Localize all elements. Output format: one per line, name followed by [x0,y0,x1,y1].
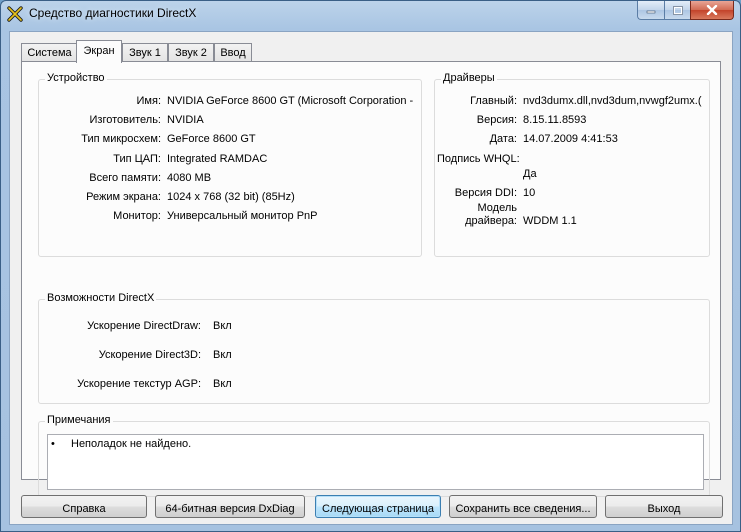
whql-value: Да [523,168,537,180]
driver-date-label: Дата: [489,133,517,145]
directx-logo-icon [7,6,23,22]
ddi-version-label: Версия DDI: [454,187,517,199]
minimize-button[interactable] [637,1,664,20]
directx-features-group: Возможности DirectX Ускорение DirectDraw… [38,292,710,404]
driver-model-value: WDDM 1.1 [523,215,577,227]
notes-group: Примечания • Неполадок не найдено. [38,414,710,497]
main-driver-value: nvd3dumx.dll,nvd3dum,nvwgf2umx.( [523,95,702,107]
driver-model-label-line2: драйвера: [465,215,517,227]
dialog-client-area: Система Экран Звук 1 Звук 2 Ввод Устройс… [9,31,733,525]
minimize-icon [646,10,656,14]
monitor-value: Универсальный монитор PnP [167,210,318,222]
direct3d-accel-value: Вкл [213,349,232,361]
device-group-title: Устройство [45,72,107,84]
tab-display[interactable]: Экран [76,40,122,63]
notes-group-title: Примечания [45,414,113,426]
exit-button[interactable]: Выход [605,495,723,518]
chip-type-value: GeForce 8600 GT [167,133,256,145]
next-page-button[interactable]: Следующая страница [315,495,441,518]
tab-system[interactable]: Система [21,43,78,62]
driver-date-value: 14.07.2009 4:41:53 [523,133,618,145]
device-name-value: NVIDIA GeForce 8600 GT (Microsoft Corpor… [167,95,414,107]
tab-sound-1[interactable]: Звук 1 [122,43,168,62]
main-driver-label: Главный: [470,95,517,107]
tab-sound-2[interactable]: Звук 2 [168,43,214,62]
directx-features-title: Возможности DirectX [45,292,157,304]
display-tab-panel: Устройство Имя: NVIDIA GeForce 8600 GT (… [21,61,721,497]
monitor-label: Монитор: [113,210,161,222]
whql-label: Подпись WHQL: [437,153,520,165]
display-mode-label: Режим экрана: [86,191,161,203]
device-name-label: Имя: [136,95,161,107]
maximize-icon [672,5,683,15]
ddi-version-value: 10 [523,187,536,199]
dxdiag-window: Средство диагностики DirectX Система Экр… [0,0,741,532]
device-group: Устройство Имя: NVIDIA GeForce 8600 GT (… [38,72,422,257]
dac-type-value: Integrated RAMDAC [167,153,268,165]
save-all-info-button[interactable]: Сохранить все сведения... [449,495,597,518]
caption-buttons [637,1,734,20]
agp-texture-accel-value: Вкл [213,378,232,390]
agp-texture-accel-label: Ускорение текстур AGP: [77,378,201,390]
manufacturer-value: NVIDIA [167,114,204,126]
dxdiag-64bit-button[interactable]: 64-битная версия DxDiag [155,495,305,518]
directdraw-accel-value: Вкл [213,320,232,332]
close-icon [706,5,718,15]
driver-model-label-line1: Модель [477,202,517,214]
driver-version-value: 8.15.11.8593 [523,114,587,126]
directdraw-accel-label: Ускорение DirectDraw: [87,320,201,332]
drivers-group: Драйверы Главный: nvd3dumx.dll,nvd3dum,n… [434,72,710,257]
total-memory-value: 4080 MB [167,172,212,184]
manufacturer-label: Изготовитель: [89,114,162,126]
close-button[interactable] [690,1,734,20]
help-button[interactable]: Справка [21,495,147,518]
notes-textbox[interactable]: • Неполадок не найдено. [47,434,704,490]
driver-version-label: Версия: [476,114,517,126]
dac-type-label: Тип ЦАП: [113,153,161,165]
notes-bullet: • [51,438,55,450]
drivers-group-title: Драйверы [441,72,497,84]
maximize-button[interactable] [664,1,690,20]
display-mode-value: 1024 x 768 (32 bit) (85Hz) [167,191,295,203]
chip-type-label: Тип микросхем: [81,133,161,145]
title-bar[interactable]: Средство диагностики DirectX [1,1,740,27]
notes-text: Неполадок не найдено. [71,438,192,450]
direct3d-accel-label: Ускорение Direct3D: [98,349,201,361]
tab-input[interactable]: Ввод [214,43,252,62]
total-memory-label: Всего памяти: [89,172,161,184]
window-title: Средство диагностики DirectX [29,6,197,20]
